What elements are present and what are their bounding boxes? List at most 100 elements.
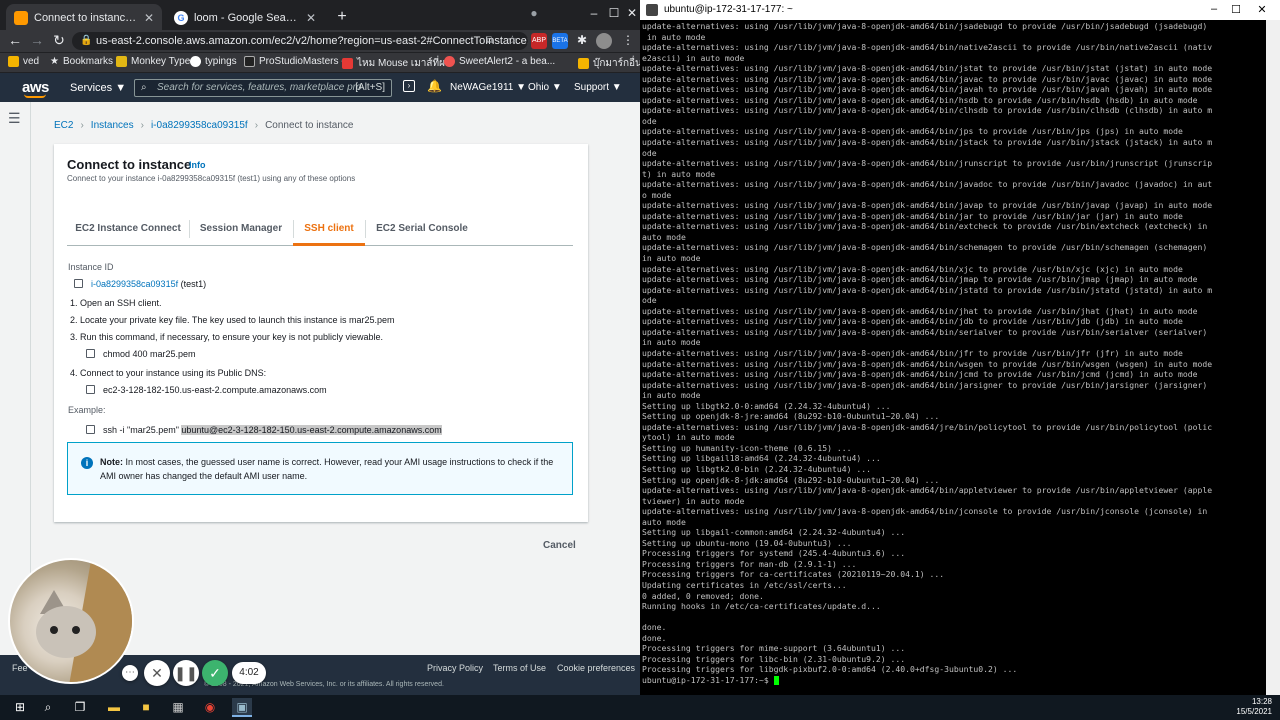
terminal-line: update-alternatives: using /usr/lib/jvm/… xyxy=(642,506,1208,517)
putty-icon[interactable]: ▣ xyxy=(232,698,252,717)
finish-recording-button[interactable]: ✓ xyxy=(202,660,228,686)
terminal-line: 0 added, 0 removed; done. xyxy=(642,590,764,601)
tab-ec2-serial-console[interactable]: EC2 Serial Console xyxy=(367,212,477,246)
chmod-text: chmod 400 mar25.pem xyxy=(103,349,196,359)
terminal-line: Updating certificates in /etc/ssl/certs.… xyxy=(642,579,847,590)
account-menu[interactable]: NeWAGe1911 ▼ xyxy=(450,82,526,93)
hamburger-icon[interactable]: ☰ xyxy=(8,110,21,127)
more-options-button[interactable]: ⋯ xyxy=(122,665,138,681)
minimize-icon[interactable]: – xyxy=(1204,3,1224,15)
copy-icon[interactable] xyxy=(86,385,95,394)
adblock-icon[interactable]: ABP xyxy=(531,33,547,49)
prostudio-icon xyxy=(244,56,255,67)
aws-search-input[interactable]: ⌕ Search for services, features, marketp… xyxy=(134,79,392,97)
cloudshell-icon[interactable]: › xyxy=(403,80,415,92)
tab-divider xyxy=(365,220,366,238)
new-tab-button[interactable]: + xyxy=(332,8,352,28)
address-bar[interactable]: 🔒 us-east-2.console.aws.amazon.com/ec2/v… xyxy=(72,32,528,50)
terminal-line: t) in auto mode xyxy=(642,168,716,179)
share-icon[interactable]: ⧉ xyxy=(486,35,493,46)
terminal-line: Setting up libgail18:amd64 (2.24.32-4ubu… xyxy=(642,453,881,464)
tab-ssh-client[interactable]: SSH client xyxy=(293,212,365,246)
breadcrumb-instances[interactable]: Instances xyxy=(91,120,134,131)
cat-eye xyxy=(72,626,80,634)
chevron-right-icon: › xyxy=(140,120,144,131)
sticky-notes-icon[interactable]: ■ xyxy=(136,698,156,717)
terminal-cursor xyxy=(773,675,779,685)
terminal-line: update-alternatives: using /usr/lib/jvm/… xyxy=(642,94,1198,105)
terminal-line: update-alternatives: using /usr/lib/jvm/… xyxy=(642,63,1213,74)
terminal-output[interactable]: update-alternatives: using /usr/lib/jvm/… xyxy=(640,20,1266,695)
terminal-line: in auto mode xyxy=(642,390,701,401)
bookmark-item[interactable]: Monkey Type xyxy=(116,56,190,67)
lock-icon: 🔒 xyxy=(80,35,93,46)
privacy-link[interactable]: Privacy Policy xyxy=(427,663,483,673)
reload-icon[interactable]: ↻ xyxy=(50,32,68,49)
shop-icon xyxy=(342,58,353,69)
bookmark-item[interactable]: ProStudioMasters -... xyxy=(244,56,353,67)
forward-icon[interactable]: → xyxy=(28,32,46,48)
terminal-line: update-alternatives: using /usr/lib/jvm/… xyxy=(642,21,1208,31)
tab-google[interactable]: G loom - Google Search ✕ xyxy=(166,4,324,32)
info-link[interactable]: Info xyxy=(189,160,206,170)
maximize-icon[interactable]: ☐ xyxy=(1226,3,1246,16)
breadcrumb-ec2[interactable]: EC2 xyxy=(54,120,73,131)
pause-button[interactable]: ❚❚ xyxy=(173,660,199,686)
profile-icon[interactable]: ● xyxy=(524,6,544,20)
minimize-icon[interactable]: – xyxy=(584,6,604,20)
terminal-scrollbar[interactable] xyxy=(1266,20,1280,695)
tab-ec2[interactable]: Connect to instance | EC2 Management ✕ xyxy=(6,4,162,32)
support-menu[interactable]: Support ▼ xyxy=(574,82,622,93)
connect-tabs: EC2 Instance Connect Session Manager SSH… xyxy=(67,212,573,246)
note-text: Note: In most cases, the guessed user na… xyxy=(100,455,560,483)
search-icon[interactable]: ⌕ xyxy=(38,698,58,717)
bell-icon[interactable]: 🔔 xyxy=(427,79,442,93)
example-host[interactable]: ubuntu@ec2-3-128-182-150.us-east-2.compu… xyxy=(181,425,442,435)
close-window-icon[interactable]: ✕ xyxy=(622,6,642,20)
chevron-right-icon: › xyxy=(254,120,259,131)
instance-id-link[interactable]: i-0a8299358ca09315f xyxy=(91,279,178,289)
services-menu[interactable]: Services ▼ xyxy=(70,82,126,94)
copy-icon[interactable] xyxy=(86,349,95,358)
close-icon[interactable]: ✕ xyxy=(306,11,316,25)
breadcrumb-instance-id[interactable]: i-0a8299358ca09315f xyxy=(151,120,248,131)
chmod-command: chmod 400 mar25.pem xyxy=(86,348,196,359)
bookmark-item[interactable]: ved xyxy=(8,56,39,67)
region-menu[interactable]: Ohio ▼ xyxy=(528,82,562,93)
menu-icon[interactable]: ⋮ xyxy=(620,33,636,49)
recording-timer: 4:02 xyxy=(232,662,266,684)
terms-link[interactable]: Terms of Use xyxy=(493,663,546,673)
chrome-icon[interactable]: ◉ xyxy=(200,698,220,717)
back-icon[interactable]: ← xyxy=(6,32,24,48)
monkeytype-icon xyxy=(116,56,127,67)
calculator-icon[interactable]: ▦ xyxy=(168,698,188,717)
bookmark-item[interactable]: typings xyxy=(190,56,237,67)
close-icon[interactable]: ✕ xyxy=(144,11,154,25)
windows-start-icon[interactable]: ⊞ xyxy=(10,698,30,717)
bookmark-item[interactable]: SweetAlert2 - a bea... xyxy=(444,56,555,67)
file-explorer-icon[interactable]: ▬ xyxy=(104,698,124,717)
chevron-right-icon: › xyxy=(80,120,84,131)
star-icon[interactable]: ☆ xyxy=(507,33,518,47)
terminal-line: Setting up libgtk2.0-bin (2.24.32-4ubunt… xyxy=(642,463,872,474)
maximize-icon[interactable]: ☐ xyxy=(604,6,624,20)
sweetalert-icon xyxy=(444,56,455,67)
tab-session-manager[interactable]: Session Manager xyxy=(191,212,291,246)
cancel-recording-button[interactable]: ✕ xyxy=(144,660,170,686)
extensions-icon[interactable]: ✱ xyxy=(574,33,590,49)
avatar[interactable] xyxy=(596,33,612,49)
copy-icon[interactable] xyxy=(86,425,95,434)
beta-extension-icon[interactable]: BETA xyxy=(552,33,568,49)
instance-id-label: Instance ID xyxy=(68,262,114,272)
close-window-icon[interactable]: ✕ xyxy=(1252,3,1272,16)
globe-icon xyxy=(190,56,201,67)
copy-icon[interactable] xyxy=(74,279,83,288)
cookies-link[interactable]: Cookie preferences xyxy=(557,663,635,673)
bookmark-item[interactable]: บุ๊กมาร์กอื่นๆ xyxy=(578,56,647,71)
bookmark-item[interactable]: ★ Bookmarks xyxy=(50,56,113,67)
task-view-icon[interactable]: ❐ xyxy=(70,698,90,717)
tab-ec2-instance-connect[interactable]: EC2 Instance Connect xyxy=(67,212,189,246)
webcam-bubble[interactable] xyxy=(8,558,134,684)
bookmark-item[interactable]: ไหม Mouse เมาส์ที่ผ... xyxy=(342,56,453,71)
cancel-button[interactable]: Cancel xyxy=(543,540,576,551)
